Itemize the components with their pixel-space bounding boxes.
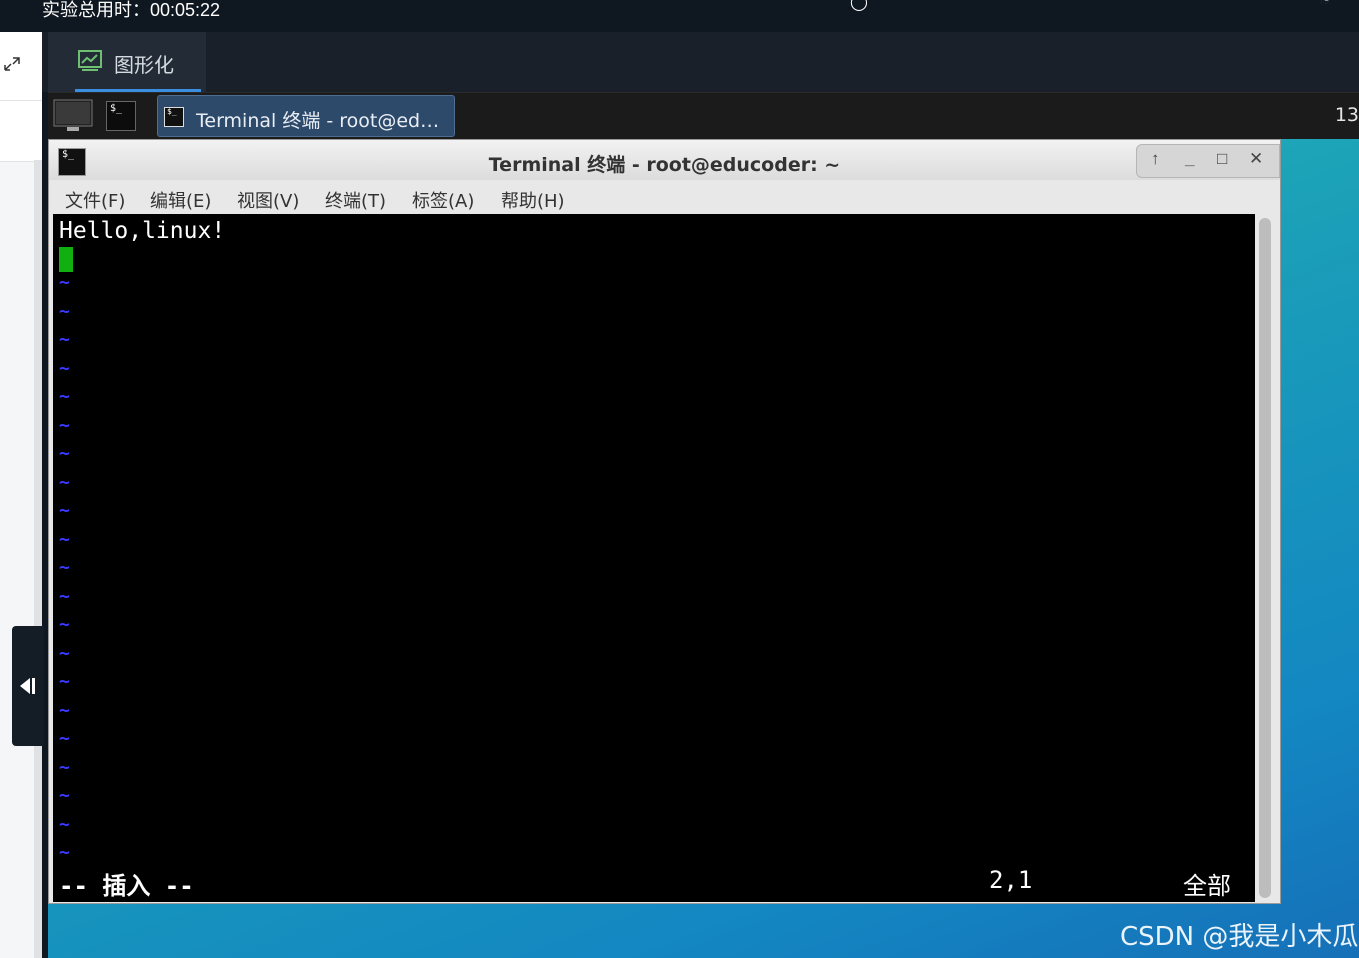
close-button[interactable]: ✕ xyxy=(1249,149,1263,169)
cursor-position: 2,1 xyxy=(989,866,1033,894)
vim-mode: -- 插入 -- xyxy=(59,872,194,900)
vim-status-line: -- 插入 -- 2,1 全部 xyxy=(59,864,1249,902)
tilde-marker: ~ xyxy=(59,272,70,293)
menu-tabs[interactable]: 标签(A) xyxy=(412,187,474,213)
tab-label: 图形化 xyxy=(114,55,174,77)
info-icon[interactable]: ◯ xyxy=(850,0,868,12)
chart-icon xyxy=(78,50,102,71)
tilde-marker: ~ xyxy=(59,528,70,550)
terminal-scrollbar[interactable] xyxy=(1259,218,1271,898)
left-scrollbar[interactable] xyxy=(34,160,42,958)
taskbar-label: Terminal 终端 - root@ed… xyxy=(196,110,440,132)
taskbar-terminal-button[interactable]: $_ Terminal 终端 - root@ed… xyxy=(157,95,455,137)
menu-edit[interactable]: 编辑(E) xyxy=(150,187,211,213)
tilde-marker: ~ xyxy=(59,614,70,635)
tilde-marker: ~ xyxy=(59,813,70,835)
collapse-panel-button[interactable] xyxy=(12,626,44,746)
tilde-marker: ~ xyxy=(59,443,70,464)
tilde-marker: ~ xyxy=(59,386,70,407)
panel-clock: 13 xyxy=(1334,104,1359,126)
experiment-timer: 实验总用时：00:05:22 xyxy=(42,0,221,20)
menu-terminal[interactable]: 终端(T) xyxy=(325,187,386,213)
left-panel xyxy=(0,32,42,958)
tilde-marker: ~ xyxy=(59,500,70,521)
window-title: Terminal 终端 - root@educoder: ~ xyxy=(488,154,841,176)
left-panel-header xyxy=(0,32,42,101)
show-desktop-icon[interactable] xyxy=(53,99,93,135)
expand-icon[interactable] xyxy=(2,54,22,74)
maximize-button[interactable]: □ xyxy=(1217,149,1227,169)
terminal-launcher-icon[interactable]: $_ xyxy=(106,101,136,131)
view-scope: 全部 xyxy=(1183,872,1231,900)
menu-file[interactable]: 文件(F) xyxy=(65,187,125,213)
minimize-button[interactable]: _ xyxy=(1185,149,1194,169)
tilde-marker: ~ xyxy=(59,642,70,664)
tilde-marker: ~ xyxy=(59,842,70,863)
tab-graphical[interactable]: 图形化 xyxy=(48,32,206,92)
left-panel-section xyxy=(0,101,42,162)
tilde-marker: ~ xyxy=(59,300,70,322)
tilde-marker: ~ xyxy=(59,557,70,578)
terminal-screen[interactable]: Hello,linux! ~ ~ ~ ~ ~ ~ ~ ~ ~ ~ ~ ~ ~ ~ ~ ~ ~ ~ ~ ~ ~ -- 插入… xyxy=(53,214,1255,902)
tab-strip: 图形化 xyxy=(42,32,1359,92)
window-controls: ↑ _ □ ✕ xyxy=(1136,144,1280,178)
tilde-marker: ~ xyxy=(59,329,70,350)
tilde-marker: ~ xyxy=(59,699,70,721)
menu-view[interactable]: 视图(V) xyxy=(237,187,299,213)
shade-button[interactable]: ↑ xyxy=(1151,149,1160,169)
tilde-marker: ~ xyxy=(59,585,70,607)
xfce-panel: $_ $_ Terminal 终端 - root@ed… 13 xyxy=(48,92,1359,140)
tilde-marker: ~ xyxy=(59,728,70,749)
tilde-marker: ~ xyxy=(59,414,70,436)
tilde-marker: ~ xyxy=(59,785,70,806)
menu-help[interactable]: 帮助(H) xyxy=(501,187,565,213)
top-bar: 实验总用时：00:05:22 ◯ ◔ xyxy=(0,0,1359,32)
wifi-icon[interactable]: ◔ xyxy=(1320,0,1330,10)
collapse-left-icon xyxy=(20,678,35,694)
tilde-marker: ~ xyxy=(59,357,70,379)
editor-line-1: Hello,linux! xyxy=(59,218,226,244)
terminal-icon: $_ xyxy=(164,107,184,127)
terminal-window: $_ Terminal 终端 - root@educoder: ~ ↑ _ □ … xyxy=(48,139,1281,904)
tilde-marker: ~ xyxy=(59,756,70,778)
text-cursor xyxy=(59,247,73,272)
menu-bar: 文件(F) 编辑(E) 视图(V) 终端(T) 标签(A) 帮助(H) xyxy=(49,180,1280,214)
window-titlebar[interactable]: $_ Terminal 终端 - root@educoder: ~ ↑ _ □ … xyxy=(49,140,1280,180)
watermark: CSDN @我是小木瓜 xyxy=(1120,922,1359,952)
tilde-marker: ~ xyxy=(59,471,70,493)
tilde-marker: ~ xyxy=(59,671,70,692)
